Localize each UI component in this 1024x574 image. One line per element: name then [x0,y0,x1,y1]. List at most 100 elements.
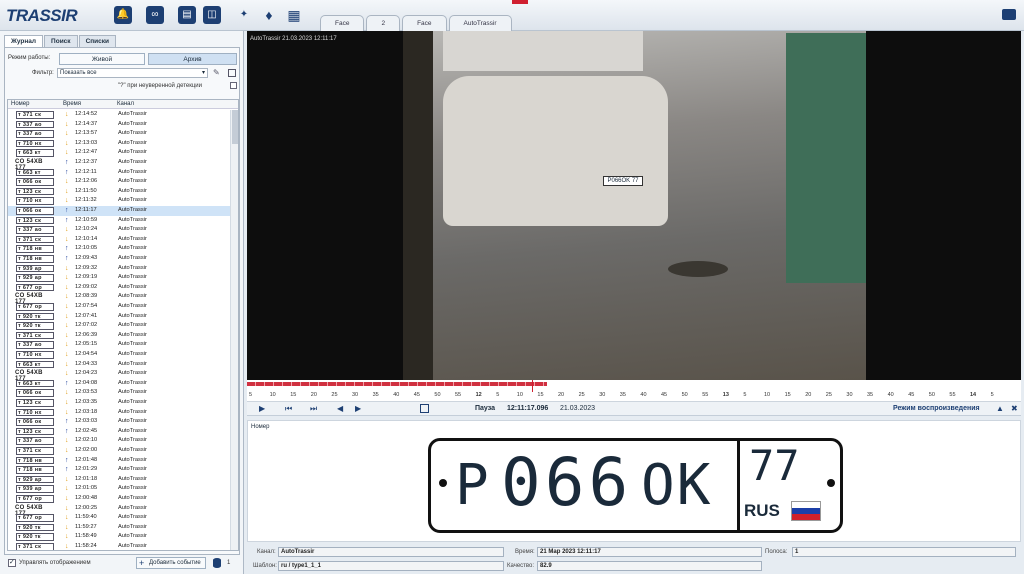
step-forward-icon[interactable]: ▶ [355,404,361,413]
skip-back-icon[interactable]: ⏮ [285,404,292,414]
table-row[interactable]: т 123 ск ↑ 12:02:45 AutoTrassir [8,427,230,437]
step-back-icon[interactable]: ◀ [337,404,343,413]
event-channel: AutoTrassir [118,120,147,127]
plate-number: т 710 нх [16,408,54,417]
camera-icon[interactable] [1002,9,1016,20]
table-row[interactable]: т 123 ск ↓ 12:03:35 AutoTrassir [8,398,230,408]
plate-number: т 677 ор [16,303,54,311]
table-row[interactable]: т 710 нх ↓ 12:04:54 AutoTrassir [8,350,230,360]
playback-mode[interactable]: Режим воспроизведения [893,405,980,412]
timeline[interactable]: 5 10 15 20 25 30 35 40 45 50 55 12 5 10 15 20 25 30 35 40 45… [247,380,1021,402]
add-event-button[interactable]: + Добавить событие [136,557,206,569]
wildcard-checkbox[interactable] [230,82,237,89]
table-row[interactable]: т 663 кт ↓ 12:04:33 AutoTrassir [8,360,230,370]
message-icon[interactable]: ▤ [178,6,196,24]
table-row[interactable]: т 939 ар ↓ 12:09:32 AutoTrassir [8,264,230,274]
scrollbar-thumb[interactable] [232,110,238,144]
pencil-icon[interactable]: ✎ [213,68,220,77]
table-row[interactable]: т 371 ск ↓ 12:10:14 AutoTrassir [8,235,230,245]
col-number[interactable]: Номер [11,101,29,107]
tab-face-2[interactable]: Face [402,15,447,31]
table-row[interactable]: т 920 тк ↓ 12:07:41 AutoTrassir [8,312,230,322]
tab-face-1[interactable]: Face [320,15,365,31]
video-view[interactable]: P066OK 77 AutoTrassir 21.03.2023 12:11:1… [247,31,1021,380]
tab-2[interactable]: 2 [366,15,401,31]
skip-forward-icon[interactable]: ⏭ [310,404,317,414]
table-row[interactable]: т 718 нв ↑ 12:01:48 AutoTrassir [8,456,230,466]
play-icon[interactable]: ▶ [259,404,265,413]
table-row[interactable]: т 371 ск ↓ 11:58:24 AutoTrassir [8,542,230,550]
mode-archive-button[interactable]: Архив [148,53,237,65]
table-scrollbar[interactable] [230,110,238,550]
table-row[interactable]: т 718 нв ↑ 12:10:05 AutoTrassir [8,244,230,254]
table-row[interactable]: CO 54XB 177 ↓ 12:04:23 AutoTrassir [8,369,230,382]
event-time: 12:04:54 [75,351,98,357]
table-row[interactable]: т 677 ор ↓ 11:59:40 AutoTrassir [8,513,230,523]
table-row[interactable]: т 066 ок ↑ 12:03:03 AutoTrassir [8,417,230,427]
table-row[interactable]: т 371 ск ↓ 12:02:00 AutoTrassir [8,446,230,456]
manage-display-checkbox[interactable]: ✓ [8,559,16,567]
table-row[interactable]: т 663 кт ↑ 12:04:08 AutoTrassir [8,379,230,389]
table-row[interactable]: т 371 ск ↓ 12:06:39 AutoTrassir [8,331,230,341]
table-row[interactable]: т 718 нв ↑ 12:09:43 AutoTrassir [8,254,230,264]
table-row[interactable]: т 677 ор ↓ 12:07:54 AutoTrassir [8,302,230,312]
arrow-down-icon: ↓ [65,283,69,291]
magic-wand-icon[interactable]: ✦ [235,6,253,24]
col-channel[interactable]: Канал [117,101,134,107]
table-row[interactable]: т 337 ао ↓ 12:02:10 AutoTrassir [8,436,230,446]
chart-settings-icon[interactable]: ▦ [285,6,303,24]
table-row[interactable]: т 929 ар ↓ 12:09:19 AutoTrassir [8,273,230,283]
table-row[interactable]: CO 54XB 177 ↓ 12:08:39 AutoTrassir [8,292,230,305]
bell-icon[interactable]: 🔔 [114,6,132,24]
tab-journal[interactable]: Журнал [4,35,44,47]
col-time[interactable]: Время [63,101,81,107]
table-row[interactable]: т 920 тк ↓ 12:07:02 AutoTrassir [8,321,230,331]
tab-autotrassir[interactable]: AutoTrassir [448,15,512,31]
event-time: 12:04:33 [75,360,98,367]
expand-icon[interactable]: ▲ [996,404,1004,413]
table-row[interactable]: т 371 ск ↓ 12:14:52 AutoTrassir [8,110,230,120]
plate-divider [737,441,740,530]
table-row[interactable]: CO 54XB 177 ↑ 12:12:37 AutoTrassir [8,158,230,171]
window-icon[interactable] [228,69,236,77]
table-row[interactable]: т 066 ок ↓ 12:12:06 AutoTrassir [8,177,230,187]
table-row[interactable]: т 663 кт ↑ 12:12:11 AutoTrassir [8,168,230,178]
table-row[interactable]: т 066 ок ↑ 12:11:17 AutoTrassir [8,206,230,216]
event-time: 12:14:37 [75,120,98,127]
table-row[interactable]: т 663 кт ↓ 12:12:47 AutoTrassir [8,148,230,158]
timeline-tick-label: 50 [434,392,441,398]
table-row[interactable]: т 677 ор ↓ 12:00:48 AutoTrassir [8,494,230,504]
table-row[interactable]: т 123 ск ↑ 12:10:59 AutoTrassir [8,216,230,226]
event-channel: AutoTrassir [118,504,147,511]
tape-icon[interactable]: ∞ [146,6,164,24]
table-row[interactable]: т 337 ао ↓ 12:05:15 AutoTrassir [8,340,230,350]
table-row[interactable]: т 710 нх ↓ 12:03:18 AutoTrassir [8,408,230,418]
table-row[interactable]: т 929 ар ↓ 12:01:18 AutoTrassir [8,475,230,485]
tab-lists[interactable]: Списки [78,35,117,47]
table-row[interactable]: т 337 ао ↓ 12:10:24 AutoTrassir [8,225,230,235]
table-row[interactable]: т 710 нх ↓ 12:13:03 AutoTrassir [8,139,230,149]
playhead[interactable] [532,380,533,392]
table-row[interactable]: CO 54XB 177 ↓ 12:00:25 AutoTrassir [8,504,230,517]
table-row[interactable]: т 337 ао ↓ 12:13:57 AutoTrassir [8,129,230,139]
table-row[interactable]: т 710 нх ↓ 12:11:32 AutoTrassir [8,196,230,206]
table-row[interactable]: т 066 ок ↓ 12:03:53 AutoTrassir [8,388,230,398]
table-row[interactable]: т 939 ар ↓ 12:01:05 AutoTrassir [8,484,230,494]
collapse-handle-icon[interactable] [512,0,528,4]
arrow-down-icon: ↓ [65,303,69,310]
mode-live-button[interactable]: Живой [59,53,145,65]
table-row[interactable]: т 337 ао ↓ 12:14:37 AutoTrassir [8,120,230,130]
close-icon[interactable]: ✖ [1011,404,1018,413]
table-row[interactable]: т 920 тк ↓ 11:58:49 AutoTrassir [8,532,230,542]
puzzle-icon[interactable]: ♦ [260,6,278,24]
panel-icon[interactable]: ◫ [203,6,221,24]
table-row[interactable]: т 123 ск ↓ 12:11:50 AutoTrassir [8,187,230,197]
event-channel: AutoTrassir [118,360,147,367]
table-row[interactable]: т 920 тк ↓ 11:59:27 AutoTrassir [8,523,230,533]
filter-select[interactable]: Показать все ▾ [57,68,208,78]
tab-search[interactable]: Поиск [44,35,78,47]
table-row[interactable]: т 718 нв ↑ 12:01:29 AutoTrassir [8,465,230,475]
event-channel: AutoTrassir [118,408,147,415]
stop-icon[interactable] [420,404,429,413]
table-row[interactable]: т 677 ор ↓ 12:09:02 AutoTrassir [8,283,230,293]
